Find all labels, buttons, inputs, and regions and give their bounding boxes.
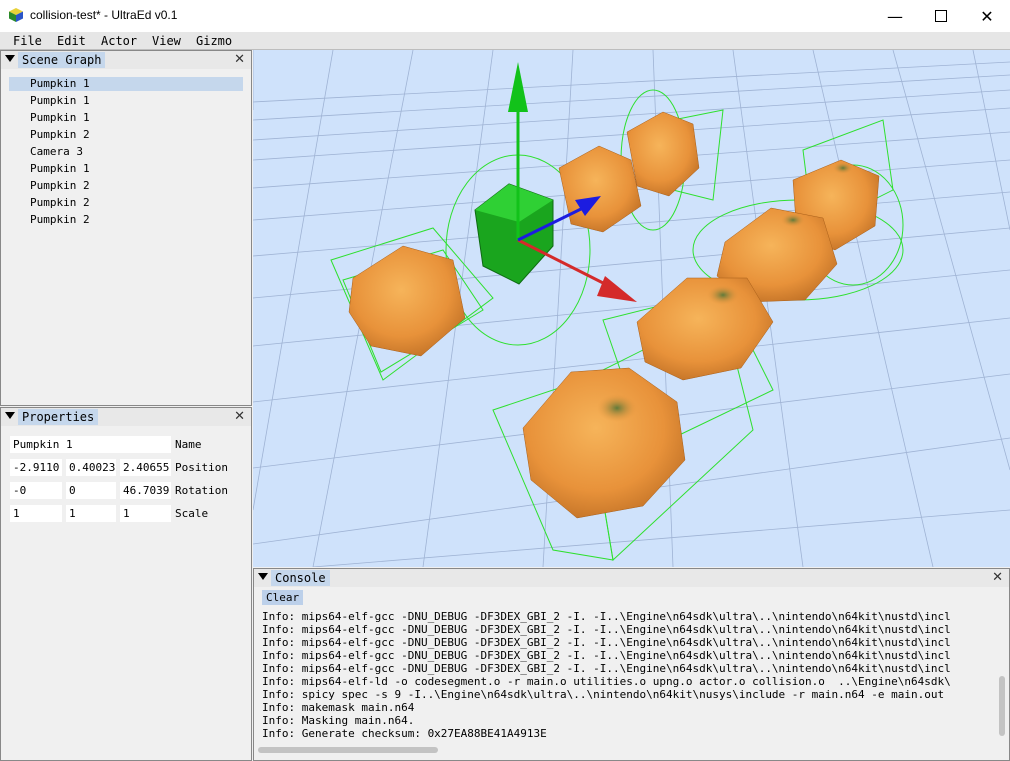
console-line: Info: mips64-elf-ld -o codesegment.o -r …	[262, 675, 951, 688]
3d-viewport[interactable]	[253, 50, 1010, 567]
maximize-button[interactable]	[918, 0, 964, 32]
console-line: Info: Generate checksum: 0x27EA88BE41A49…	[262, 727, 547, 740]
scene-graph-item[interactable]: Pumpkin 2	[9, 128, 243, 142]
window-title: collision-test* - UltraEd v0.1	[30, 8, 178, 22]
console-line: Info: mips64-elf-gcc -DNU_DEBUG -DF3DEX_…	[262, 662, 951, 675]
console-line: Info: mips64-elf-gcc -DNU_DEBUG -DF3DEX_…	[262, 623, 951, 636]
console-panel: Console ✕ Clear Info: mips64-elf-gcc -DN…	[253, 568, 1010, 761]
pumpkin-1	[348, 245, 466, 357]
scene-graph-item[interactable]: Pumpkin 1	[9, 162, 243, 176]
menu-file[interactable]: File	[13, 34, 42, 48]
menu-view[interactable]: View	[152, 34, 181, 48]
minimize-icon: —	[887, 6, 903, 26]
scale-y-field[interactable]: 1	[66, 505, 116, 522]
tab-console[interactable]: Console	[271, 570, 330, 586]
console-line: Info: mips64-elf-gcc -DNU_DEBUG -DF3DEX_…	[262, 636, 951, 649]
close-icon[interactable]: ✕	[234, 409, 245, 424]
console-vertical-scrollbar[interactable]	[997, 606, 1007, 742]
scale-label: Scale	[175, 507, 209, 520]
pumpkin-3	[626, 111, 700, 197]
scene-graph-item[interactable]: Pumpkin 1	[9, 77, 243, 91]
rotation-label: Rotation	[175, 484, 228, 497]
scene-graph-item[interactable]: Pumpkin 2	[9, 179, 243, 193]
rotation-x-field[interactable]: -0	[10, 482, 62, 499]
close-icon[interactable]: ✕	[992, 570, 1003, 585]
scene-graph-item[interactable]: Pumpkin 2	[9, 213, 243, 227]
console-line: Info: Masking main.n64.	[262, 714, 415, 727]
collapse-arrow-icon[interactable]	[258, 573, 268, 580]
position-label: Position	[175, 461, 228, 474]
scene-graph-panel: Scene Graph ✕ Pumpkin 1 Pumpkin 1 Pumpki…	[0, 50, 252, 406]
app-cube-icon	[9, 8, 23, 22]
pumpkin-6	[636, 277, 774, 381]
scale-z-field[interactable]: 1	[120, 505, 171, 522]
menu-edit[interactable]: Edit	[57, 34, 86, 48]
name-label: Name	[175, 438, 202, 451]
collapse-arrow-icon[interactable]	[5, 55, 15, 62]
x-axis-arrow-icon	[597, 276, 637, 302]
close-icon[interactable]: ✕	[234, 52, 245, 67]
tab-properties[interactable]: Properties	[18, 409, 99, 425]
scrollbar-thumb[interactable]	[258, 747, 438, 753]
scene-graph-header: Scene Graph ✕	[1, 51, 251, 69]
rotation-y-field[interactable]: 0	[66, 482, 116, 499]
console-line: Info: mips64-elf-gcc -DNU_DEBUG -DF3DEX_…	[262, 649, 951, 662]
name-field[interactable]: Pumpkin 1	[10, 436, 171, 453]
tab-scene-graph[interactable]: Scene Graph	[18, 52, 106, 68]
y-axis-arrow-icon	[508, 62, 528, 112]
scene-graph-item[interactable]: Pumpkin 1	[9, 111, 243, 125]
console-line: Info: makemask main.n64	[262, 701, 415, 714]
rotation-z-field[interactable]: 46.7039	[120, 482, 171, 499]
pumpkin-2	[558, 145, 642, 233]
console-horizontal-scrollbar[interactable]	[256, 745, 994, 755]
properties-header: Properties ✕	[1, 408, 251, 426]
console-header: Console ✕	[254, 569, 1009, 587]
scene-graph-item[interactable]: Camera 3	[9, 145, 243, 159]
position-z-field[interactable]: 2.40655	[120, 459, 171, 476]
menu-bar: File Edit Actor View Gizmo	[0, 32, 1010, 50]
collapse-arrow-icon[interactable]	[5, 412, 15, 419]
title-bar: collision-test* - UltraEd v0.1 — ✕	[0, 0, 1010, 32]
menu-actor[interactable]: Actor	[101, 34, 137, 48]
position-y-field[interactable]: 0.40023	[66, 459, 116, 476]
position-x-field[interactable]: -2.9110	[10, 459, 62, 476]
console-line: Info: spicy spec -s 9 -I..\Engine\n64sdk…	[262, 688, 945, 701]
pumpkin-models	[348, 111, 880, 519]
scene-graph-item[interactable]: Pumpkin 2	[9, 196, 243, 210]
maximize-icon	[935, 10, 947, 22]
menu-gizmo[interactable]: Gizmo	[196, 34, 232, 48]
close-window-button[interactable]: ✕	[964, 0, 1010, 32]
properties-panel: Properties ✕ Pumpkin 1 Name -2.9110 0.40…	[0, 407, 252, 761]
scale-x-field[interactable]: 1	[10, 505, 62, 522]
scene-graph-item[interactable]: Pumpkin 1	[9, 94, 243, 108]
clear-button[interactable]: Clear	[262, 590, 304, 605]
viewport-scene	[253, 50, 1010, 567]
console-line: Info: mips64-elf-gcc -DNU_DEBUG -DF3DEX_…	[262, 610, 951, 623]
scrollbar-thumb[interactable]	[999, 676, 1005, 736]
minimize-button[interactable]: —	[872, 0, 918, 32]
close-icon: ✕	[980, 6, 994, 26]
